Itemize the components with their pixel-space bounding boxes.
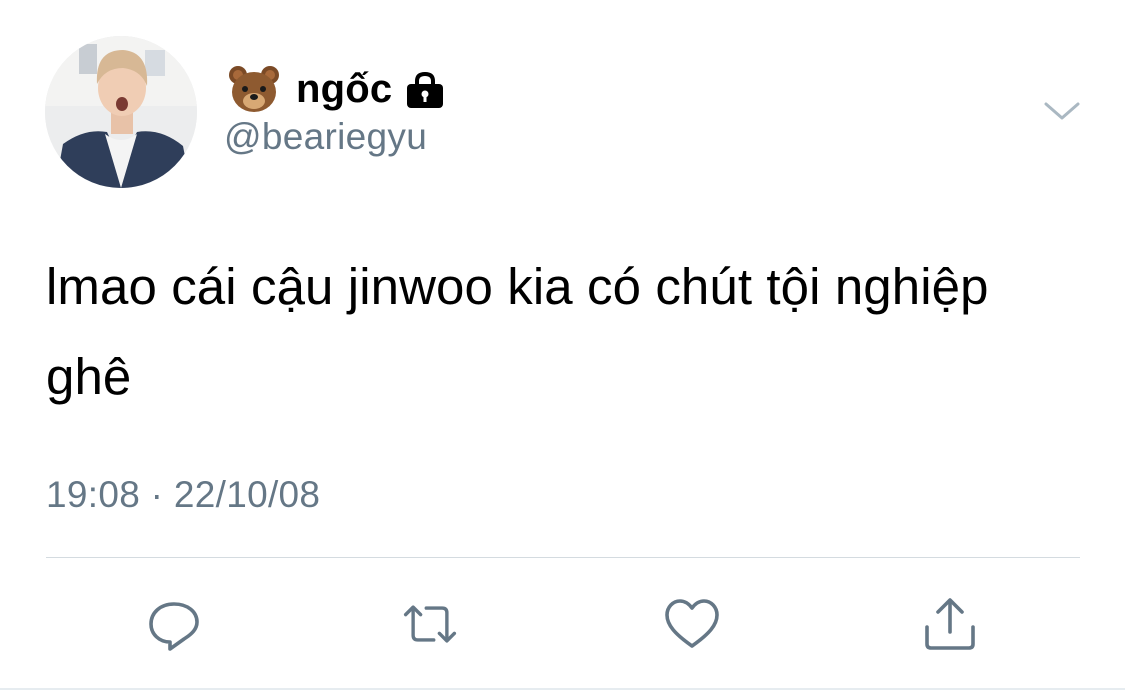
share-button[interactable]: [920, 594, 980, 654]
display-name[interactable]: ngốc: [296, 67, 392, 112]
bottom-divider: [0, 688, 1125, 690]
avatar-image: [45, 36, 197, 188]
user-name-row[interactable]: ngốc: [226, 58, 446, 120]
retweet-icon: [403, 605, 457, 643]
divider: [46, 557, 1080, 558]
retweet-button[interactable]: [400, 594, 460, 654]
user-handle[interactable]: @beariegyu: [224, 116, 427, 158]
tweet-timestamp[interactable]: 19:08 · 22/10/08: [46, 474, 320, 516]
avatar[interactable]: [45, 36, 197, 188]
lock-icon: [404, 69, 446, 111]
reply-button[interactable]: [144, 594, 204, 654]
share-icon: [925, 598, 975, 650]
heart-icon: [665, 599, 719, 648]
like-button[interactable]: [662, 594, 722, 654]
tweet-text: lmao cái cậu jinwoo kia có chút tội nghi…: [46, 258, 989, 405]
bear-face-icon: [226, 61, 282, 117]
tweet-card: ngốc @beariegyu lmao cái cậu jinwoo kia …: [0, 0, 1125, 691]
chevron-down-icon[interactable]: [1042, 98, 1082, 124]
reply-icon: [149, 602, 199, 651]
